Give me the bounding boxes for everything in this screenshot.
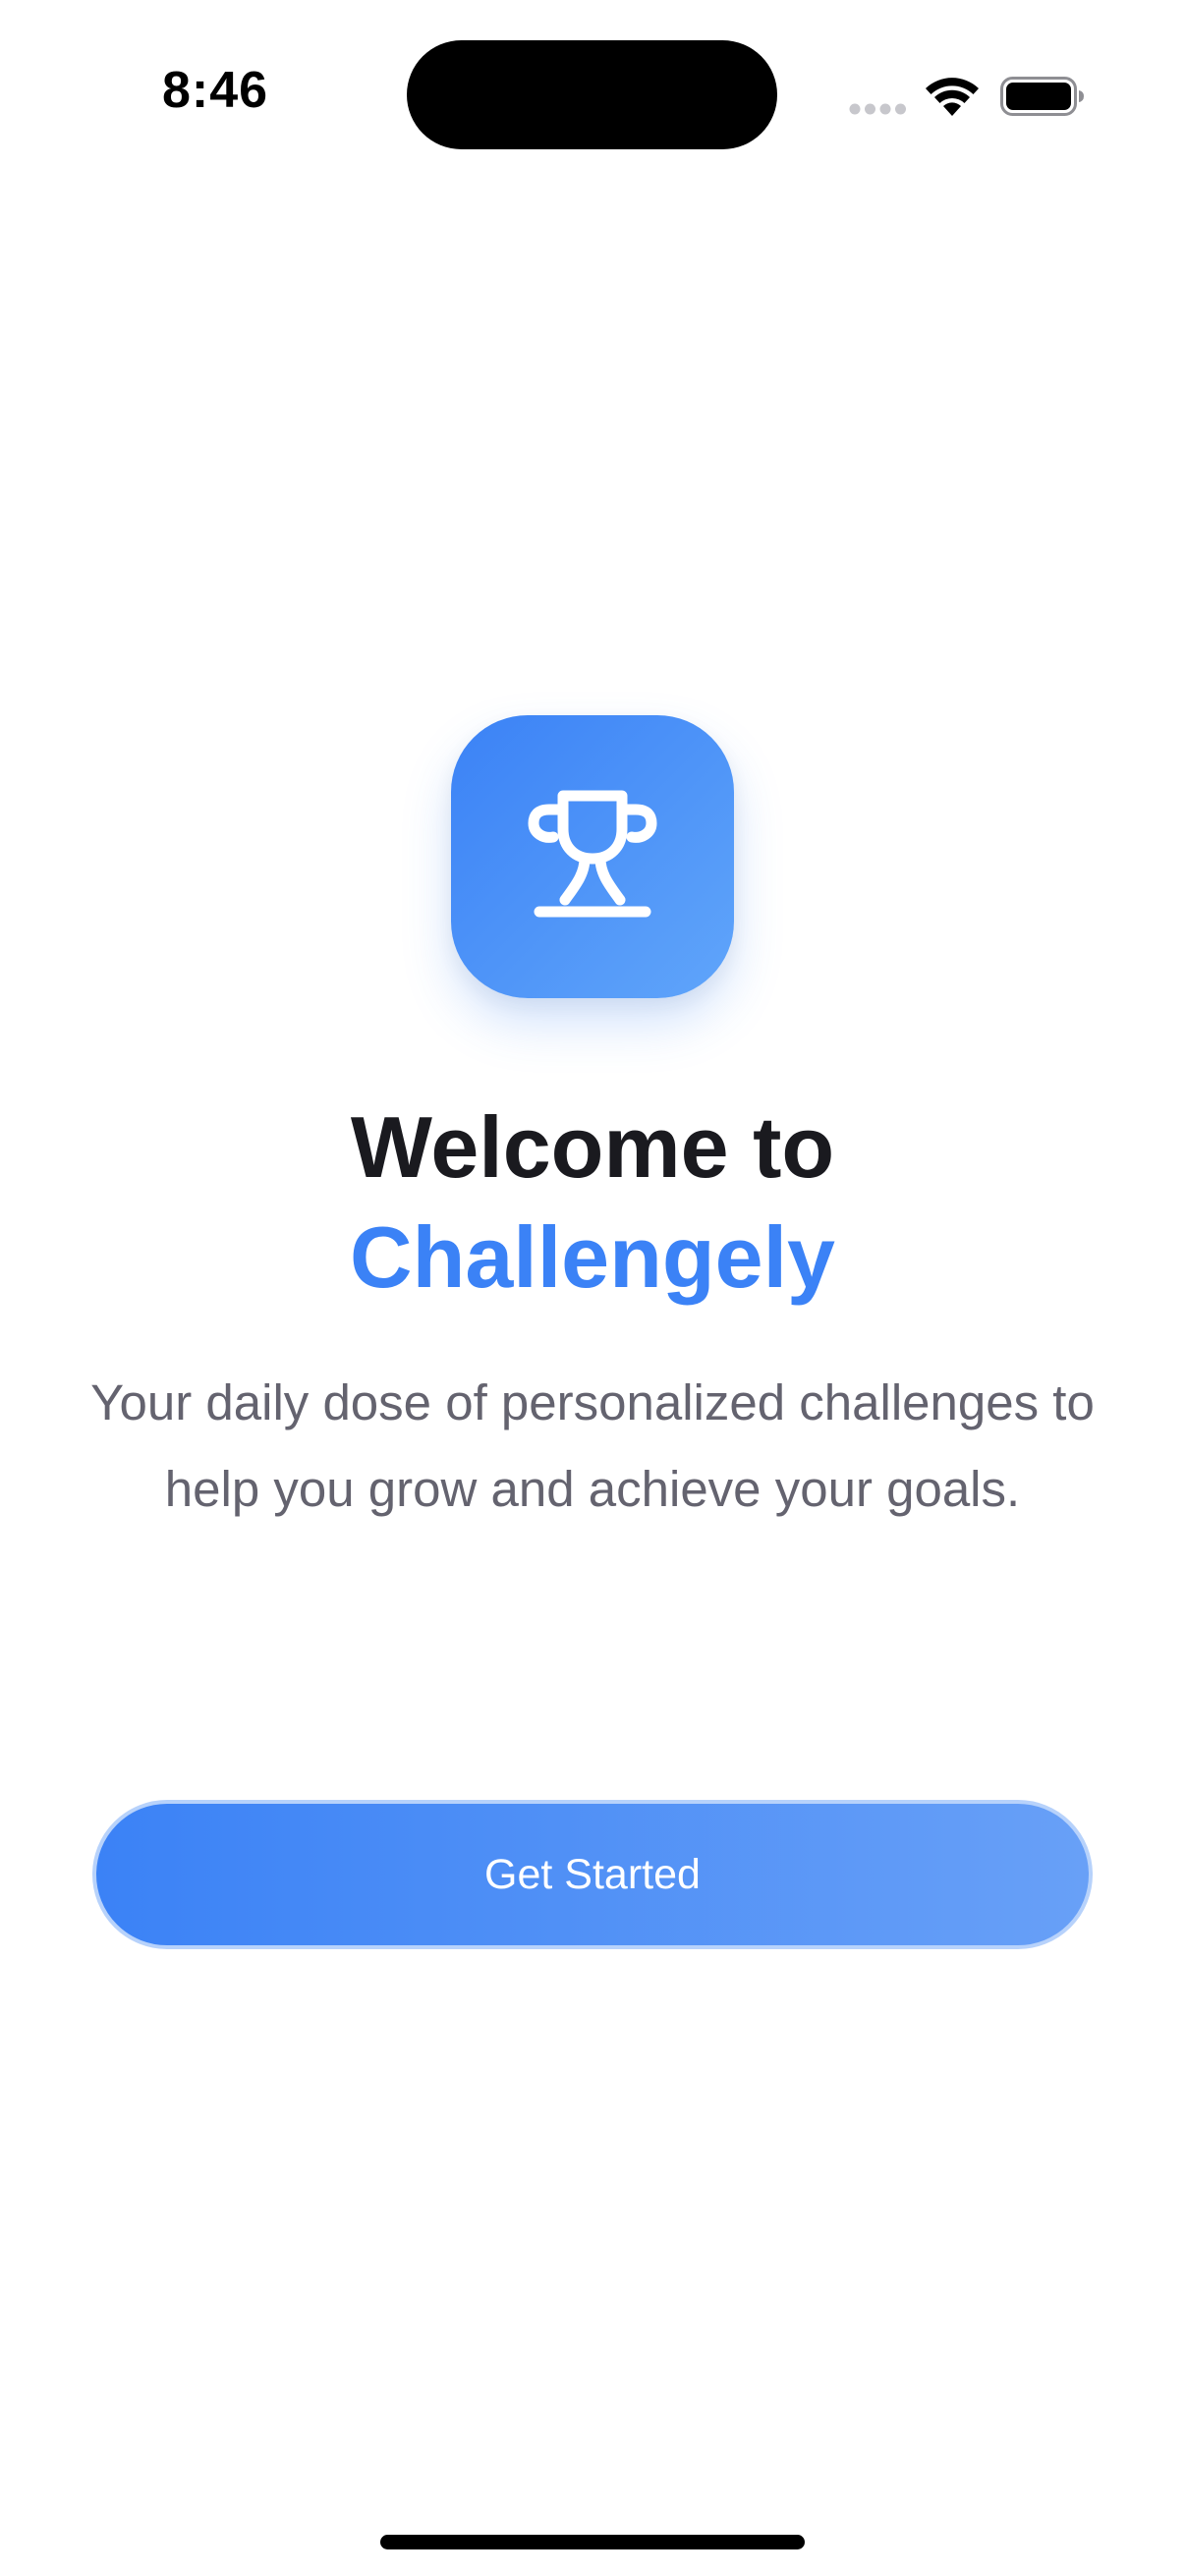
welcome-subtitle: Your daily dose of personalized challeng…: [90, 1374, 1095, 1517]
signal-icon: [849, 103, 906, 115]
trophy-icon: [528, 790, 657, 918]
battery-icon: [1000, 77, 1084, 116]
status-time: 8:46: [162, 62, 269, 119]
app-name-title: Challengely: [350, 1208, 835, 1306]
dynamic-island: [407, 40, 777, 149]
app-logo: [451, 715, 734, 998]
wifi-icon: [926, 78, 979, 116]
welcome-title: Welcome to: [350, 1098, 835, 1196]
home-indicator[interactable]: [380, 2535, 805, 2549]
welcome-screen: 8:46 Welcome to Challengely Your daily d…: [0, 0, 1185, 2576]
get-started-button[interactable]: Get Started: [92, 1800, 1093, 1949]
get-started-label: Get Started: [484, 1850, 701, 1898]
